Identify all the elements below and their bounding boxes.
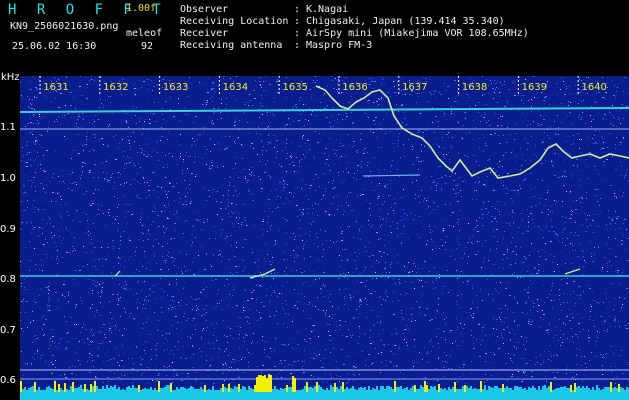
header-panel: H R O F F T 1.00f KN9_2506021630.png mel… — [0, 0, 629, 76]
time-tick-label: 1638 — [462, 82, 487, 93]
time-tick-label: 1633 — [163, 82, 188, 93]
mode-label: meleof — [126, 28, 163, 39]
y-tick-label: 0.7 — [0, 325, 16, 336]
y-axis: 1.1 1.0 0.9 0.8 0.7 0.6 — [0, 76, 20, 400]
y-tick-label: 0.6 — [0, 375, 16, 386]
time-tick-label: 1631 — [43, 82, 68, 93]
time-tick-label: 1636 — [342, 82, 367, 93]
time-tick-label: 1639 — [522, 82, 547, 93]
info-colon: : — [294, 40, 301, 51]
spectrogram-canvas: 1631 1632 1633 1634 1635 1636 1637 1638 1639 1640 — [20, 76, 629, 400]
info-label: Receiving Location — [180, 16, 289, 27]
spectrogram-plot: 1631 1632 1633 1634 1635 1636 1637 1638 1639 1640 — [20, 76, 629, 400]
info-value: Maspro FM-3 — [306, 40, 373, 51]
file-name: KN9_2506021630.png — [10, 21, 119, 32]
y-tick-label: 0.8 — [0, 274, 16, 285]
time-tick-label: 1640 — [581, 82, 606, 93]
y-tick-label: 0.9 — [0, 224, 16, 235]
info-value: Chigasaki, Japan (139.414 35.340) — [306, 16, 505, 27]
y-tick-label: 1.1 — [0, 122, 16, 133]
time-tick-label: 1637 — [402, 82, 427, 93]
time-tick-label: 1634 — [223, 82, 248, 93]
info-colon: : — [294, 16, 301, 27]
info-colon: : — [294, 4, 301, 15]
datetime-label: 25.06.02 16:30 — [12, 41, 97, 52]
info-label: Observer — [180, 4, 229, 15]
count-value: 92 — [141, 41, 154, 52]
info-value: K.Nagai — [306, 4, 349, 15]
info-value: AirSpy mini (Miakejima VOR 108.65MHz) — [306, 28, 529, 39]
y-tick-label: 1.0 — [0, 173, 16, 184]
info-label: Receiver — [180, 28, 229, 39]
spectrogram-background — [20, 76, 629, 400]
info-label: Receiving antenna — [180, 40, 283, 51]
info-colon: : — [294, 28, 301, 39]
time-tick-label: 1635 — [282, 82, 307, 93]
time-tick-label: 1632 — [103, 82, 128, 93]
app-version: 1.00f — [126, 3, 157, 14]
